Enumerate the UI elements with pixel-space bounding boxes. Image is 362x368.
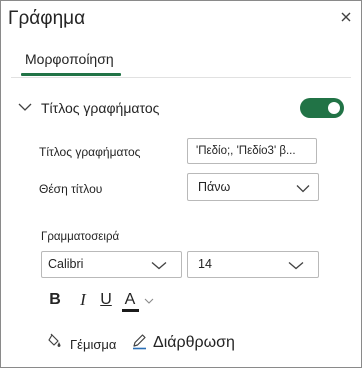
chevron-down-icon[interactable] [18, 102, 32, 112]
outline-button-label[interactable]: Διάρθρωση [153, 334, 235, 352]
chevron-down-icon [151, 262, 167, 270]
fill-button-label[interactable]: Γέμισμα [70, 337, 116, 352]
italic-button[interactable]: I [72, 289, 94, 311]
font-color-button[interactable]: A [119, 289, 141, 311]
pane-title: Γράφημα [8, 8, 86, 29]
chevron-down-icon [296, 185, 310, 193]
underline-button[interactable]: U [95, 289, 117, 311]
tab-selected-indicator [21, 73, 121, 76]
font-family-value: Calibri [48, 257, 84, 271]
paint-bucket-icon[interactable] [47, 333, 64, 350]
title-position-value: Πάνω [198, 180, 231, 194]
chart-title-toggle[interactable] [300, 98, 344, 118]
section-chart-title-header[interactable]: Τίτλος γραφήματος [41, 100, 159, 116]
tab-divider [11, 77, 351, 78]
tab-format[interactable]: Μορφοποίηση [25, 51, 114, 67]
close-icon[interactable] [339, 10, 353, 24]
font-label: Γραμματοσειρά [41, 231, 120, 243]
chevron-down-icon[interactable] [144, 297, 154, 305]
title-position-select[interactable]: Πάνω [187, 173, 319, 201]
title-position-label: Θέση τίτλου [39, 182, 103, 196]
chevron-down-icon [288, 262, 304, 270]
bold-button[interactable]: B [44, 289, 66, 311]
font-color-swatch [122, 309, 139, 312]
chart-title-input[interactable]: 'Πεδίο;, 'Πεδίο3' β... [187, 138, 317, 164]
font-size-value: 14 [198, 257, 212, 271]
chart-title-field-label: Τίτλος γραφήματος [39, 145, 141, 159]
toggle-knob [328, 102, 340, 114]
pen-icon[interactable] [131, 333, 148, 350]
font-size-select[interactable]: 14 [187, 251, 319, 278]
chart-format-pane: Γράφημα Μορφοποίηση Τίτλος γραφήματος Τί… [0, 0, 362, 368]
font-family-select[interactable]: Calibri [41, 251, 182, 278]
